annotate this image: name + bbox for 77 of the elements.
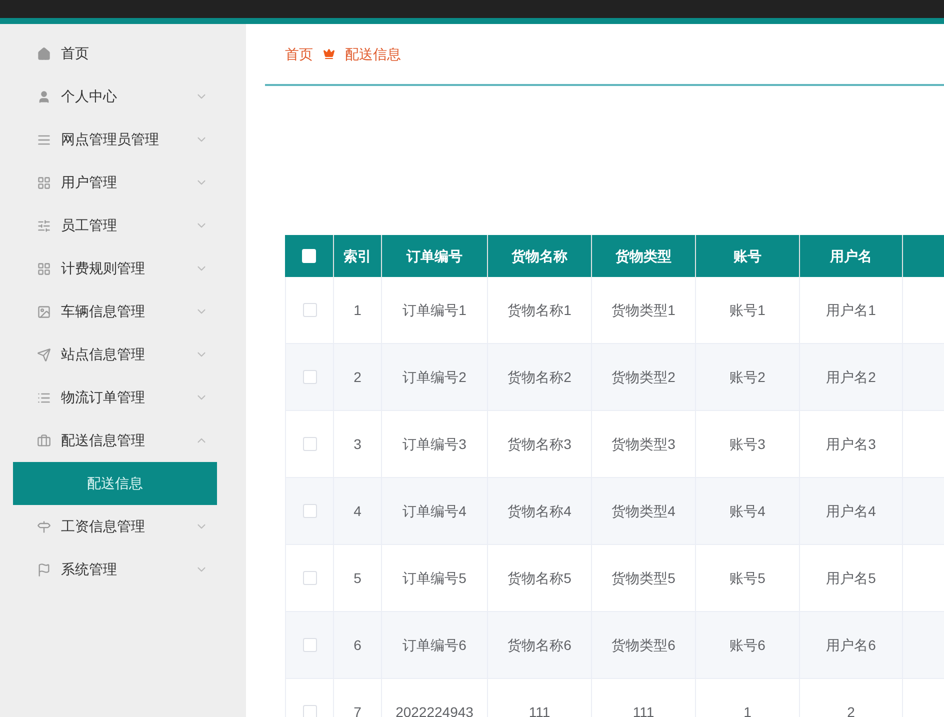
table-cell-text: 订单编号3 bbox=[402, 434, 466, 454]
table-cell-text: 货物名称5 bbox=[508, 568, 572, 588]
table-cell-text: 货物名称2 bbox=[508, 368, 572, 386]
table-cell-text: 2 bbox=[847, 702, 855, 717]
table-cell-text: 用户名1 bbox=[826, 300, 876, 320]
table-cell-text: 2 bbox=[354, 368, 362, 386]
checkbox[interactable] bbox=[302, 571, 316, 585]
table-cell-text: 账号3 bbox=[730, 434, 766, 454]
flag-icon bbox=[37, 562, 51, 576]
table-cell-text: 货物名称3 bbox=[508, 434, 572, 454]
table-cell-text: 货物类型3 bbox=[612, 434, 676, 454]
table-cell-text: 6 bbox=[354, 636, 362, 654]
table-cell-text: 账号6 bbox=[730, 636, 766, 654]
table-cell-text: 货物名称6 bbox=[508, 636, 572, 654]
sidebar-item[interactable]: 计费规则管理 bbox=[0, 247, 246, 290]
table-cell-text: 用户名2 bbox=[826, 368, 876, 386]
table-cell-text: 订单编号4 bbox=[402, 502, 466, 520]
table-cell-text: 货物名称4 bbox=[508, 502, 572, 520]
image-icon bbox=[37, 304, 51, 318]
table-cell-text: 账号4 bbox=[730, 502, 766, 520]
sidebar-item[interactable]: 员工管理 bbox=[0, 204, 246, 247]
checkbox[interactable] bbox=[302, 705, 316, 717]
lines-icon bbox=[37, 132, 51, 146]
crown-icon bbox=[323, 48, 335, 60]
user-icon bbox=[37, 90, 51, 104]
table-cell-text: 5 bbox=[354, 568, 362, 588]
briefcase-icon bbox=[37, 434, 51, 448]
checkbox[interactable] bbox=[302, 370, 316, 384]
table-cell-text: 订单编号2 bbox=[402, 368, 466, 386]
grid-icon bbox=[37, 262, 51, 276]
sidebar-item[interactable]: 用户管理 bbox=[0, 161, 246, 204]
table-cell-text: 1 bbox=[744, 702, 752, 717]
signpost-icon bbox=[37, 520, 51, 534]
table-cell-text: 111 bbox=[632, 702, 654, 717]
breadcrumb-link[interactable]: 首页 bbox=[285, 44, 313, 64]
sidebar-item[interactable]: 系统管理 bbox=[0, 548, 246, 591]
sidebar-item[interactable]: 站点信息管理 bbox=[0, 333, 246, 376]
list-icon bbox=[37, 390, 51, 404]
sidebar-item[interactable]: 配送信息管理 bbox=[0, 419, 246, 462]
table-cell-text: 货物类型2 bbox=[612, 368, 676, 386]
table-cell-text: 订单编号5 bbox=[402, 568, 466, 588]
breadcrumb-link[interactable]: 配送信息 bbox=[345, 44, 401, 64]
table-cell-text: 货物类型4 bbox=[612, 502, 676, 520]
table-cell-text: 2022224943 bbox=[396, 702, 474, 717]
table-cell-text: 货物名称1 bbox=[508, 300, 572, 320]
sidebar-item[interactable]: 物流订单管理 bbox=[0, 376, 246, 419]
sidebar-item[interactable]: 网点管理员管理 bbox=[0, 118, 246, 161]
table-cell-text: 111 bbox=[528, 702, 550, 717]
sidebar-item[interactable]: 首页 bbox=[0, 32, 246, 75]
table-cell-text: 货物类型6 bbox=[612, 636, 676, 654]
sidebar-item[interactable]: 车辆信息管理 bbox=[0, 290, 246, 333]
table-cell-text: 用户名3 bbox=[826, 434, 876, 454]
table-cell-text: 4 bbox=[354, 502, 362, 520]
sidebar-item[interactable]: 个人中心 bbox=[0, 75, 246, 118]
paper-plane-icon bbox=[37, 348, 51, 362]
table-cell-text: 订单编号1 bbox=[402, 300, 466, 320]
table-cell-text: 3 bbox=[354, 434, 362, 454]
checkbox[interactable] bbox=[302, 504, 316, 518]
table-cell-text: 用户名6 bbox=[826, 636, 876, 654]
table-cell-text: 订单编号6 bbox=[402, 636, 466, 654]
table-cell-text: 货物类型1 bbox=[612, 300, 676, 320]
table-cell-text: 货物类型5 bbox=[612, 568, 676, 588]
checkbox[interactable] bbox=[302, 437, 316, 451]
table-cell-text: 账号5 bbox=[730, 568, 766, 588]
checkbox[interactable] bbox=[302, 638, 316, 652]
checkbox[interactable] bbox=[302, 303, 316, 317]
grid-icon bbox=[37, 176, 51, 190]
table-cell-text: 7 bbox=[354, 702, 362, 717]
sliders-icon bbox=[37, 218, 51, 232]
home-icon bbox=[37, 46, 51, 60]
table-cell-text: 1 bbox=[354, 300, 362, 320]
table-cell-text: 用户名4 bbox=[826, 502, 876, 520]
table-cell-text: 账号1 bbox=[730, 300, 766, 320]
sidebar-item[interactable]: 工资信息管理 bbox=[0, 505, 246, 548]
table-cell-text: 账号2 bbox=[730, 368, 766, 386]
table-cell-text: 用户名5 bbox=[826, 568, 876, 588]
submenu-item[interactable]: 配送信息 bbox=[13, 462, 217, 505]
